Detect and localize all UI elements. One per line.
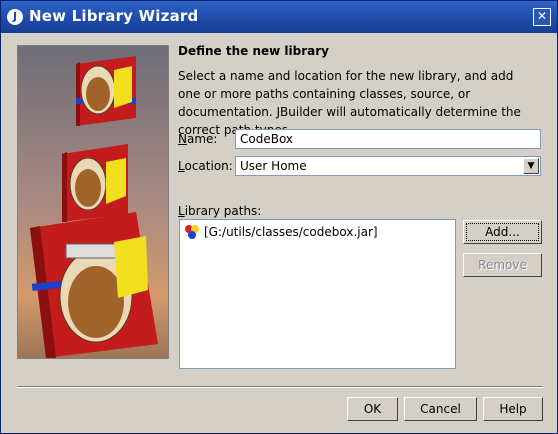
button-bar-separator <box>17 386 543 388</box>
library-paths-label: Library paths: <box>178 204 262 218</box>
page-heading: Define the new library <box>178 44 329 58</box>
help-button[interactable]: Help <box>483 397 543 421</box>
library-path-text: [G:/utils/classes/codebox.jar] <box>204 225 378 239</box>
jbuilder-app-icon: J <box>7 9 23 25</box>
library-paths-list[interactable]: [G:/utils/classes/codebox.jar] <box>179 219 456 369</box>
list-item[interactable]: [G:/utils/classes/codebox.jar] <box>184 224 378 240</box>
name-label: Name: <box>178 132 218 146</box>
location-select[interactable]: User Home ▼ <box>235 156 541 176</box>
location-selected-value: User Home <box>240 159 307 173</box>
close-button[interactable]: ✕ <box>533 8 551 26</box>
name-input[interactable] <box>235 129 541 149</box>
title-bar[interactable]: J New Library Wizard ✕ <box>1 1 557 33</box>
cancel-button[interactable]: Cancel <box>404 397 477 421</box>
add-button[interactable]: Add... <box>463 220 542 244</box>
books-jars-illustration <box>18 46 168 358</box>
new-library-wizard-window: J New Library Wizard ✕ Define the new li… <box>0 0 558 434</box>
window-title: New Library Wizard <box>29 7 199 25</box>
remove-button[interactable]: Remove <box>463 253 542 277</box>
library-icon <box>185 225 199 239</box>
chevron-down-icon[interactable]: ▼ <box>523 158 539 174</box>
wizard-artwork-image <box>17 45 169 359</box>
location-label: Location: <box>178 159 233 173</box>
ok-button[interactable]: OK <box>347 397 398 421</box>
